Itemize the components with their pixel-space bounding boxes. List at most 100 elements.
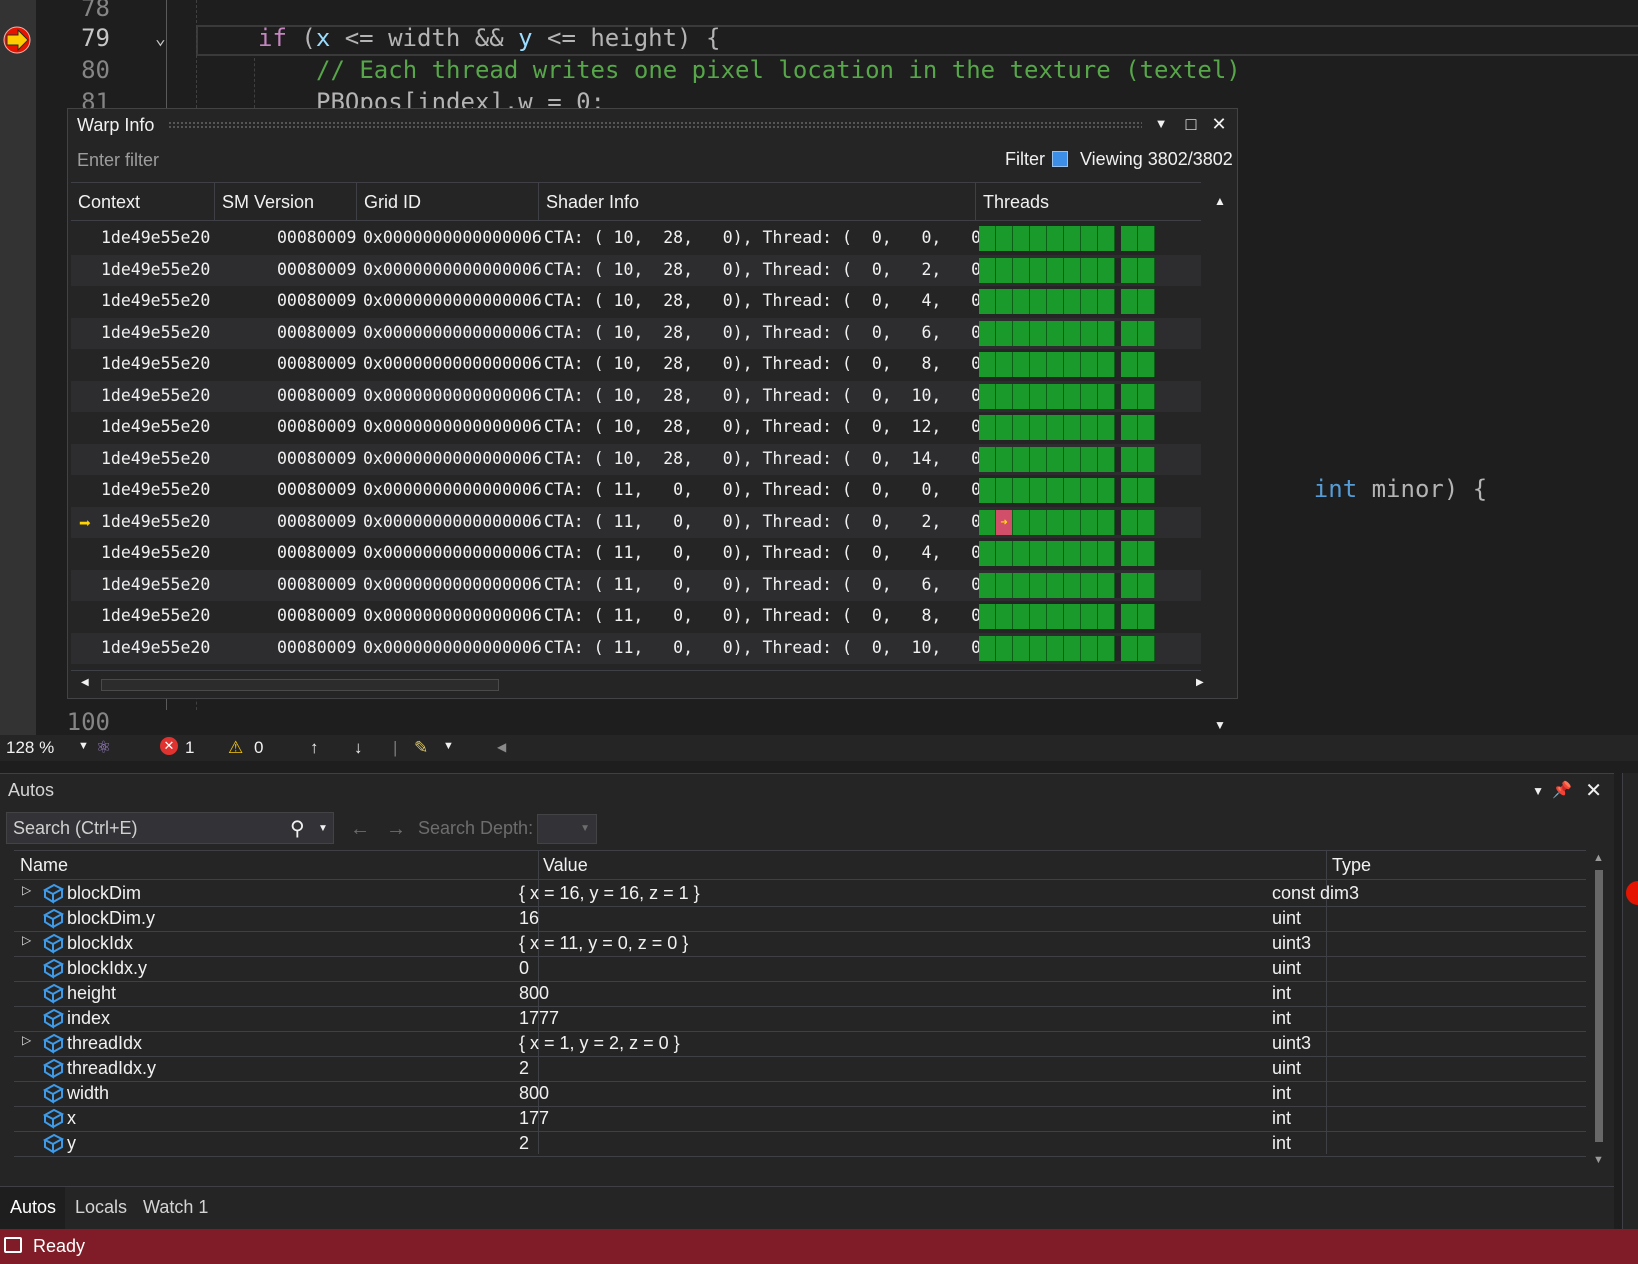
warp-row[interactable]: 1de49e55e20 00080009 0x0000000000000006 CTA… <box>71 286 1201 317</box>
zoom-level[interactable]: 128 % <box>6 738 54 758</box>
code-line-80[interactable]: 80 // Each thread writes one pixel locat… <box>0 56 1638 89</box>
thread-lanes[interactable] <box>979 541 1161 566</box>
active-lane[interactable] <box>1121 446 1138 472</box>
variable-value[interactable]: 177 <box>519 1108 549 1129</box>
active-lane[interactable] <box>1098 446 1115 472</box>
active-lane[interactable] <box>1013 446 1030 472</box>
warning-icon[interactable]: ⚠ <box>228 738 243 758</box>
thread-lanes[interactable] <box>979 289 1161 314</box>
active-lane[interactable] <box>979 352 996 377</box>
thread-lanes[interactable] <box>979 478 1161 503</box>
warp-row[interactable]: 1de49e55e20 00080009 0x0000000000000006 CTA… <box>71 569 1201 601</box>
active-lane[interactable] <box>1030 352 1047 377</box>
variable-value[interactable]: { x = 16, y = 16, z = 1 } <box>519 883 700 904</box>
active-lane[interactable] <box>1098 572 1115 598</box>
active-lane[interactable] <box>1138 509 1155 535</box>
autos-panel[interactable]: Autos ▼ 📌 ✕ ⚲ ▼ ← → Search Depth: ▼ Name… <box>0 773 1614 1229</box>
active-lane[interactable] <box>1030 289 1047 314</box>
active-lane[interactable] <box>979 509 996 535</box>
autos-row[interactable]: index 1777 int <box>14 1006 1586 1032</box>
active-lane[interactable] <box>1064 604 1081 629</box>
active-lane[interactable] <box>1098 478 1115 503</box>
active-lane[interactable] <box>1047 257 1064 283</box>
active-lane[interactable] <box>1047 604 1064 629</box>
active-lane[interactable] <box>1030 541 1047 566</box>
active-lane[interactable] <box>1030 635 1047 661</box>
active-lane[interactable] <box>1030 446 1047 472</box>
active-lane[interactable] <box>1064 415 1081 440</box>
active-lane[interactable] <box>996 446 1013 472</box>
active-lane[interactable] <box>1138 320 1155 346</box>
active-lane[interactable] <box>1121 572 1138 598</box>
active-lane[interactable] <box>1013 635 1030 661</box>
active-lane[interactable] <box>996 572 1013 598</box>
search-forward-arrow-icon[interactable]: → <box>386 818 406 841</box>
variable-value[interactable]: { x = 1, y = 2, z = 0 } <box>519 1033 680 1054</box>
active-lane[interactable] <box>1081 541 1098 566</box>
warp-row[interactable]: 1de49e55e20 00080009 0x0000000000000006 CTA… <box>71 632 1201 664</box>
active-lane[interactable] <box>1121 289 1138 314</box>
active-lane[interactable] <box>1098 226 1115 251</box>
active-lane[interactable] <box>1030 478 1047 503</box>
active-lane[interactable] <box>1013 320 1030 346</box>
active-lane[interactable] <box>1098 415 1115 440</box>
code-line-78[interactable]: 78 <box>0 0 1638 27</box>
error-icon[interactable]: ✕ <box>160 737 178 755</box>
warp-row[interactable]: 1de49e55e20 00080009 0x0000000000000006 CTA… <box>71 443 1201 475</box>
active-lane[interactable] <box>1098 509 1115 535</box>
active-lane[interactable] <box>979 635 996 661</box>
active-lane[interactable] <box>1121 383 1138 409</box>
active-lane[interactable] <box>1138 478 1155 503</box>
active-lane[interactable] <box>1138 635 1155 661</box>
active-lane[interactable] <box>1064 352 1081 377</box>
active-lane[interactable] <box>1081 352 1098 377</box>
active-lane[interactable] <box>996 635 1013 661</box>
expand-arrow-icon[interactable]: ▷ <box>22 1033 31 1047</box>
active-lane[interactable] <box>1013 572 1030 598</box>
active-lane[interactable] <box>1030 572 1047 598</box>
maximize-icon[interactable]: □ <box>1179 112 1203 136</box>
active-lane[interactable] <box>1138 572 1155 598</box>
collapse-chevron-icon[interactable]: ⌄ <box>155 28 166 49</box>
active-lane[interactable] <box>1081 509 1098 535</box>
active-lane[interactable] <box>1047 415 1064 440</box>
active-lane[interactable] <box>996 415 1013 440</box>
variable-value[interactable]: 2 <box>519 1133 529 1154</box>
tab-locals[interactable]: Locals <box>75 1197 127 1218</box>
filter-input[interactable] <box>70 142 992 178</box>
active-lane[interactable] <box>979 226 996 251</box>
filter-checkbox[interactable] <box>1052 151 1068 167</box>
column-header-shader-info[interactable]: Shader Info <box>539 183 976 220</box>
active-lane[interactable] <box>996 541 1013 566</box>
warp-row[interactable]: 1de49e55e20 00080009 0x0000000000000006 CTA… <box>71 601 1201 632</box>
autos-row[interactable]: x 177 int <box>14 1106 1586 1132</box>
autos-row[interactable]: width 800 int <box>14 1081 1586 1107</box>
active-lane[interactable] <box>1081 635 1098 661</box>
warp-row[interactable]: 1de49e55e20 00080009 0x0000000000000006 CTA… <box>71 254 1201 286</box>
active-lane[interactable] <box>1064 446 1081 472</box>
active-lane[interactable] <box>996 289 1013 314</box>
thread-lanes[interactable] <box>979 226 1161 251</box>
variable-value[interactable]: 16 <box>519 908 539 929</box>
active-lane[interactable] <box>1013 289 1030 314</box>
active-lane[interactable] <box>996 226 1013 251</box>
current-lane[interactable]: ➜ <box>996 509 1013 535</box>
active-lane[interactable] <box>1098 352 1115 377</box>
active-lane[interactable] <box>1047 541 1064 566</box>
active-lane[interactable] <box>1098 257 1115 283</box>
active-lane[interactable] <box>996 383 1013 409</box>
column-header-name[interactable]: Name <box>20 855 68 876</box>
active-lane[interactable] <box>1121 257 1138 283</box>
active-lane[interactable] <box>1081 383 1098 409</box>
column-header-threads[interactable]: Threads <box>976 183 1166 220</box>
active-lane[interactable] <box>1013 415 1030 440</box>
search-options-dropdown-icon[interactable]: ▼ <box>318 823 328 834</box>
active-lane[interactable] <box>1047 289 1064 314</box>
scroll-thumb[interactable] <box>1595 870 1603 1142</box>
variable-value[interactable]: 800 <box>519 1083 549 1104</box>
active-lane[interactable] <box>1013 383 1030 409</box>
active-lane[interactable] <box>979 289 996 314</box>
active-lane[interactable] <box>1138 289 1155 314</box>
autos-row[interactable]: threadIdx.y 2 uint <box>14 1056 1586 1082</box>
active-lane[interactable] <box>1121 226 1138 251</box>
